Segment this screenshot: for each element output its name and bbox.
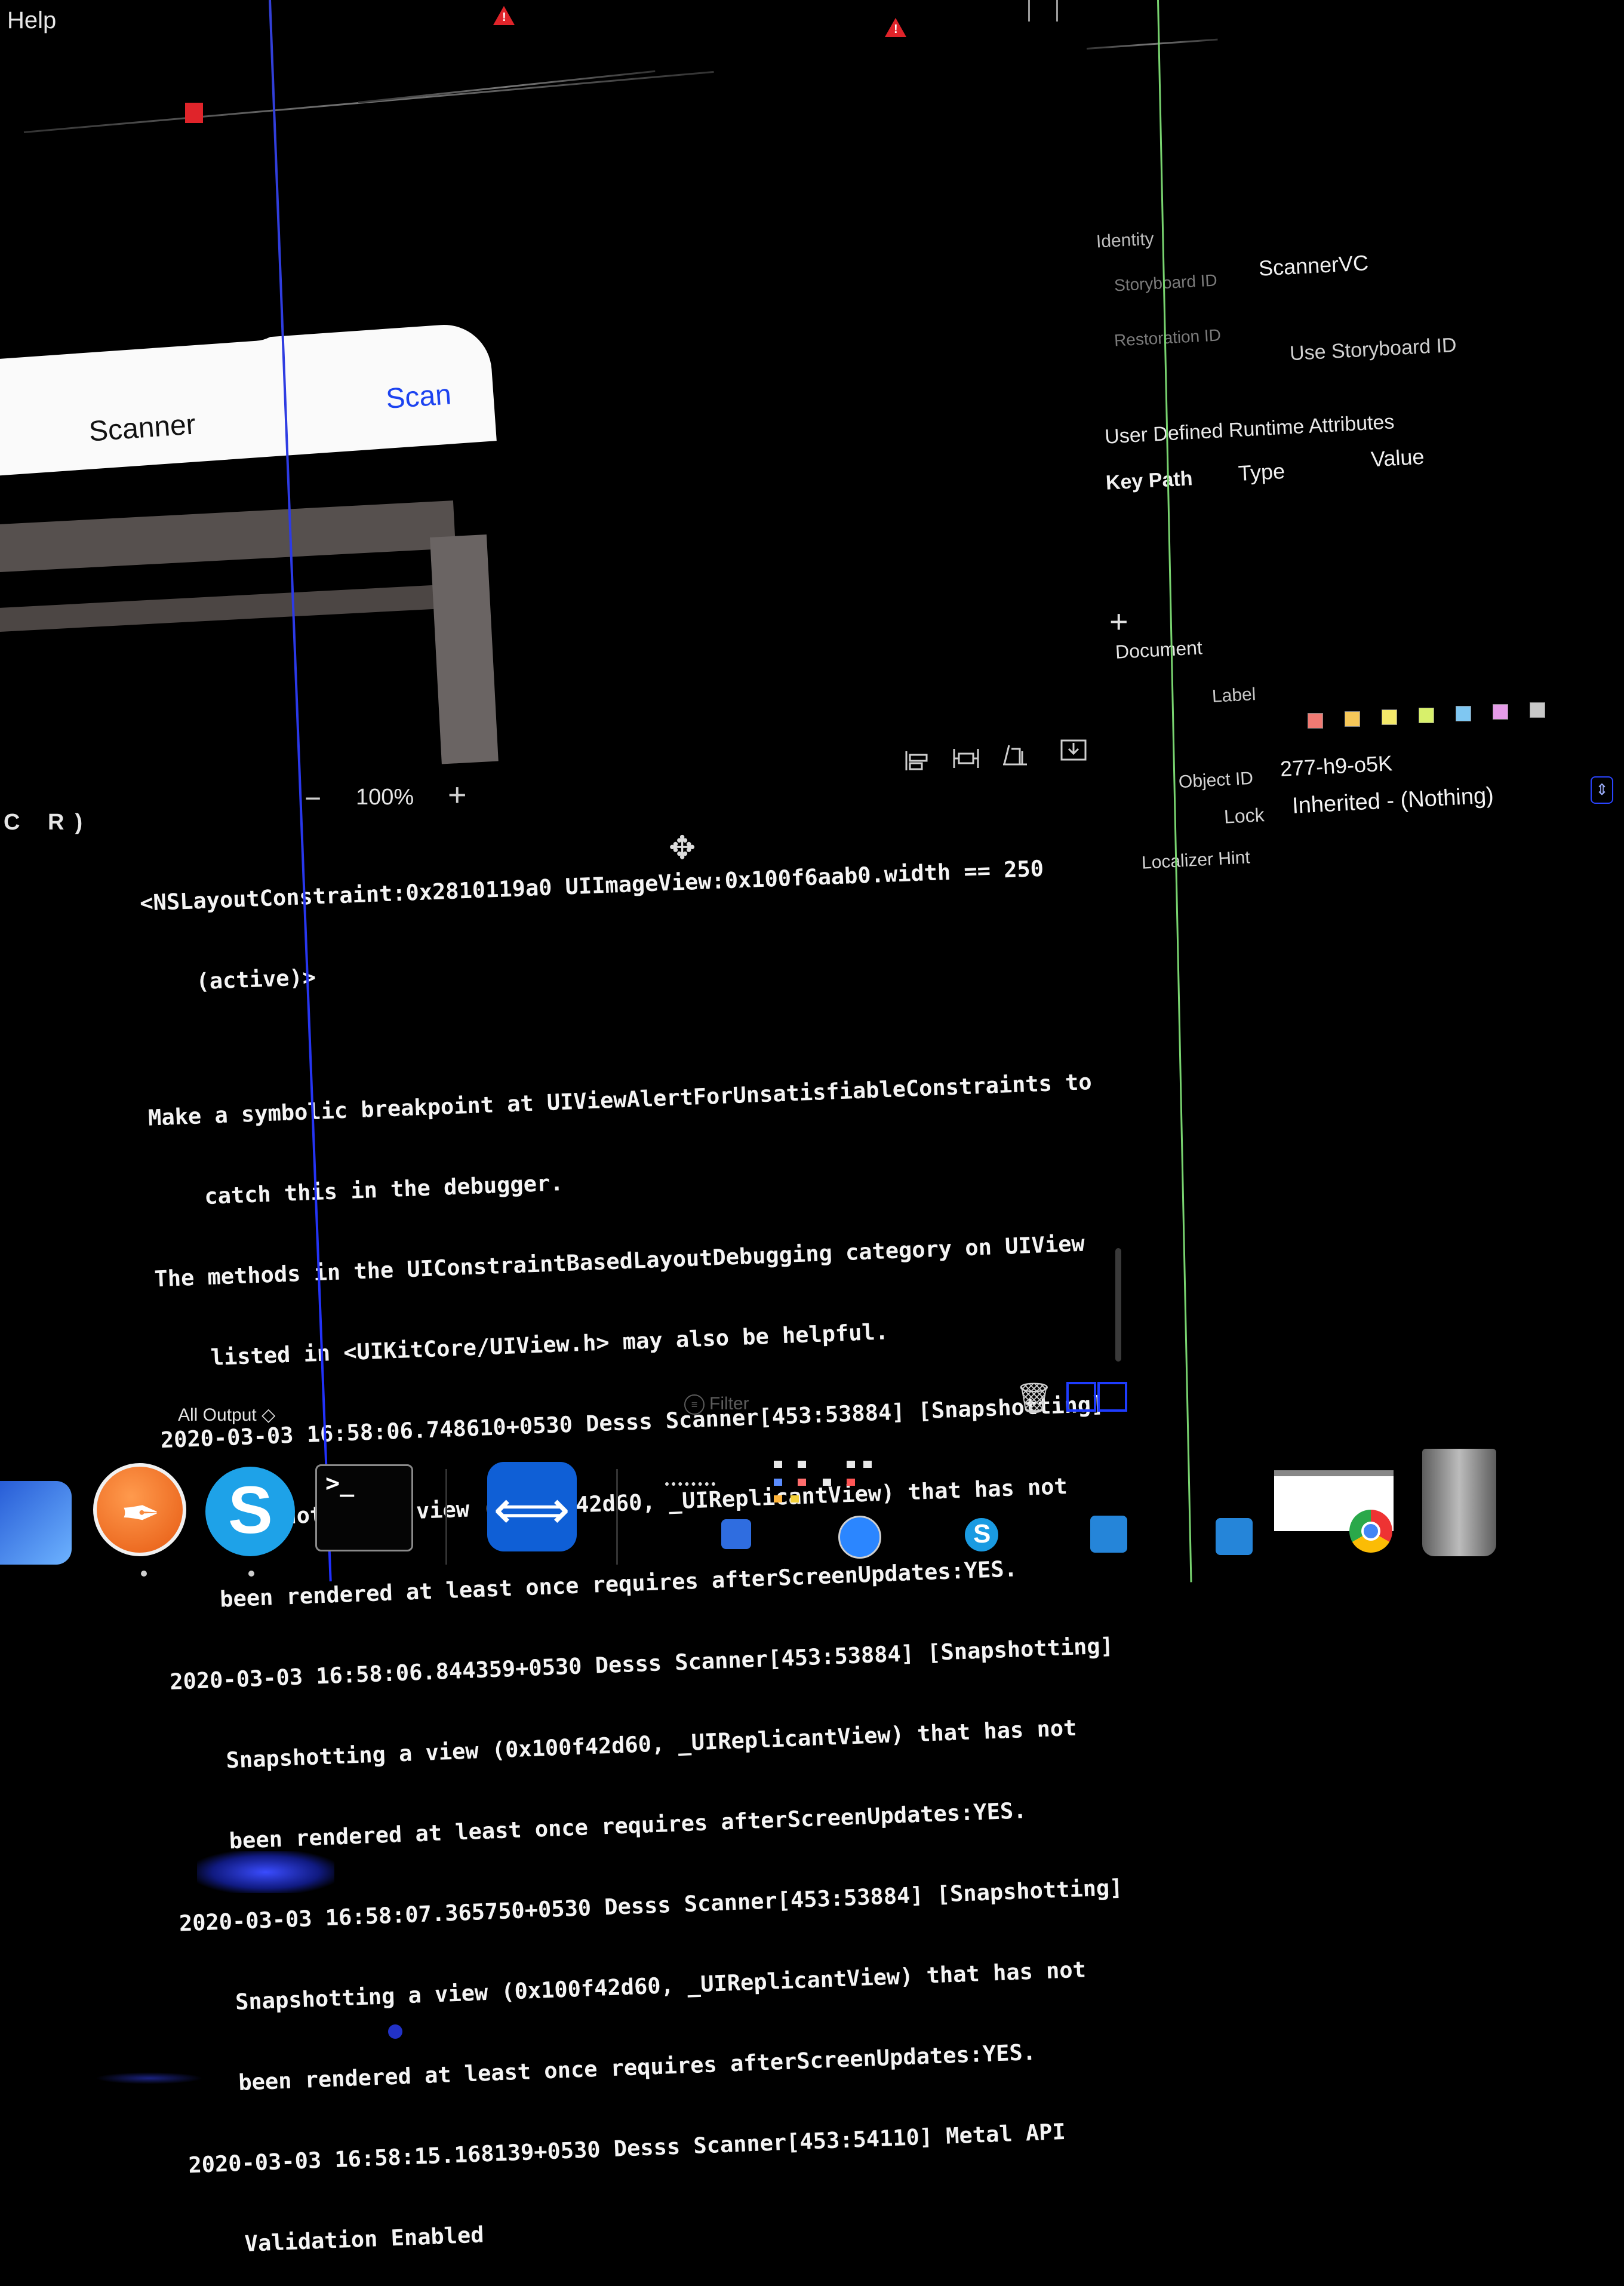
value-column[interactable]: Value xyxy=(1370,444,1425,472)
inspector-toggle-icon[interactable] xyxy=(1028,0,1058,21)
trash-icon[interactable]: 🗑 xyxy=(1015,1381,1053,1416)
warning-icon[interactable]: ! xyxy=(885,18,906,37)
console-line: 2020-03-03 16:58:06.748610+0530 Desss Sc… xyxy=(160,1391,1105,1454)
document-section-header: Document xyxy=(1115,637,1203,663)
label-color-swatches xyxy=(1308,700,1546,730)
label-color-label: Label xyxy=(1211,684,1257,706)
console-line: listed in <UIKitCore/UIView.h> may also … xyxy=(156,1319,889,1373)
dock-separator xyxy=(616,1469,618,1565)
console-line: <NSLayoutConstraint:0x2810119a0 UIImageV… xyxy=(139,855,1044,916)
label-color-swatch[interactable] xyxy=(1308,713,1323,729)
trash-dock-icon[interactable] xyxy=(1422,1449,1496,1556)
console-line: Validation Enabled xyxy=(190,2222,485,2259)
label-color-swatch[interactable] xyxy=(1493,704,1508,720)
label-color-swatch[interactable] xyxy=(1382,709,1397,725)
teamviewer-dock-icon[interactable]: ⟺ xyxy=(487,1462,577,1551)
finder-dock-icon[interactable] xyxy=(721,1519,751,1549)
align-icon[interactable] xyxy=(904,749,933,773)
console-line: been rendered at least once requires aft… xyxy=(184,2039,1036,2098)
storyboard-id-field[interactable]: ScannerVC xyxy=(1258,250,1369,281)
label-color-swatch[interactable] xyxy=(1419,708,1434,723)
add-constraints-icon[interactable] xyxy=(952,746,980,770)
running-indicator xyxy=(248,1571,254,1577)
popup-stepper-icon[interactable]: ⇕ xyxy=(1591,776,1613,804)
restoration-id-label: Restoration ID xyxy=(1114,325,1222,350)
console-line: Snapshotting a view (0x100f42d60, _UIRep… xyxy=(182,1956,1087,2017)
chrome-dock-icon[interactable] xyxy=(1349,1510,1392,1553)
skype-dock-icon[interactable]: S xyxy=(205,1467,295,1556)
dock-separator xyxy=(445,1469,447,1565)
object-id-label: Object ID xyxy=(1178,768,1254,792)
localizer-hint-label: Localizer Hint xyxy=(1141,847,1251,873)
left-pane-icon xyxy=(1066,1382,1096,1412)
object-id-value: 277-h9-o5K xyxy=(1279,751,1394,781)
console-line: 2020-03-03 16:58:06.844359+0530 Desss Sc… xyxy=(169,1633,1114,1695)
help-menu[interactable]: Help xyxy=(7,7,56,34)
screen-reflection xyxy=(388,2024,402,2039)
storyboard-id-label: Storyboard ID xyxy=(1114,271,1218,295)
lock-popup[interactable]: Inherited - (Nothing) xyxy=(1291,783,1494,819)
scan-bar-button[interactable]: Scan xyxy=(385,378,453,415)
filter-field[interactable]: ≡ Filter xyxy=(684,1394,749,1415)
identity-section-header: Identity xyxy=(1096,229,1155,252)
resolve-issues-icon[interactable] xyxy=(1001,743,1029,767)
breakpoint-icon xyxy=(185,103,203,123)
use-storyboard-id-checkbox[interactable]: Use Storyboard ID xyxy=(1289,334,1457,366)
label-color-swatch[interactable] xyxy=(1345,711,1360,727)
inspector-tab-strip xyxy=(1086,38,1218,50)
console-line: Snapshotting a view (0x100f42d60, _UIRep… xyxy=(172,1714,1078,1775)
xcode-small-dock-icon[interactable] xyxy=(1216,1518,1253,1555)
console-line: been rendered at least once requires aft… xyxy=(175,1798,1028,1856)
add-attribute-button[interactable]: + xyxy=(1109,603,1128,640)
dock: ✒ S >_ ⟺ S xyxy=(0,1445,1624,1588)
output-selector[interactable]: All Output ◇ xyxy=(178,1405,275,1425)
pen-app-dock-icon[interactable]: ✒ xyxy=(93,1463,186,1556)
nav-title: Scanner xyxy=(88,408,197,448)
warning-icon[interactable]: ! xyxy=(493,6,515,25)
console-scrollbar[interactable] xyxy=(1115,1248,1121,1362)
terminal-dock-icon[interactable]: >_ xyxy=(315,1464,413,1551)
console-line: Make a symbolic breakpoint at UIViewAler… xyxy=(147,1068,1093,1131)
console-line: The methods in the UIConstraintBasedLayo… xyxy=(153,1230,1085,1292)
zoom-level: 100% xyxy=(356,785,414,810)
split-view-toggle[interactable] xyxy=(1066,1382,1127,1412)
safari-dock-icon[interactable] xyxy=(838,1516,881,1559)
key-path-column[interactable]: Key Path xyxy=(1105,467,1193,495)
running-indicator xyxy=(141,1571,147,1577)
screen-reflection xyxy=(96,2072,203,2084)
screen-reflection xyxy=(197,1851,334,1893)
xcode-small-dock-icon[interactable] xyxy=(1090,1516,1127,1553)
right-pane-icon xyxy=(1097,1382,1127,1412)
zoom-in-button[interactable]: + xyxy=(448,776,467,813)
embed-in-icon[interactable] xyxy=(1059,738,1088,762)
lock-label: Lock xyxy=(1223,804,1265,828)
shortcut-hint: C R) xyxy=(4,810,94,835)
filter-placeholder: Filter xyxy=(709,1394,749,1414)
console-line: catch this in the debugger. xyxy=(150,1170,564,1212)
device-frame xyxy=(0,500,513,764)
console-line: (active)> xyxy=(142,964,316,997)
navigation-bar[interactable]: Scanner Scan xyxy=(0,281,497,478)
filter-icon: ≡ xyxy=(684,1394,705,1415)
console-line: 2020-03-03 16:58:15.168139+0530 Desss Sc… xyxy=(187,2118,1066,2179)
jump-bar-segment xyxy=(358,70,656,103)
runtime-attributes-header: User Defined Runtime Attributes xyxy=(1104,410,1395,448)
zoom-out-button[interactable]: − xyxy=(304,782,321,815)
skype-small-dock-icon[interactable]: S xyxy=(965,1518,998,1551)
type-column[interactable]: Type xyxy=(1238,459,1285,486)
label-color-swatch[interactable] xyxy=(1456,706,1471,721)
label-color-swatch[interactable] xyxy=(1530,702,1545,718)
screenshot-stack-icon[interactable] xyxy=(665,1482,715,1494)
xcode-dock-icon[interactable] xyxy=(0,1481,72,1565)
